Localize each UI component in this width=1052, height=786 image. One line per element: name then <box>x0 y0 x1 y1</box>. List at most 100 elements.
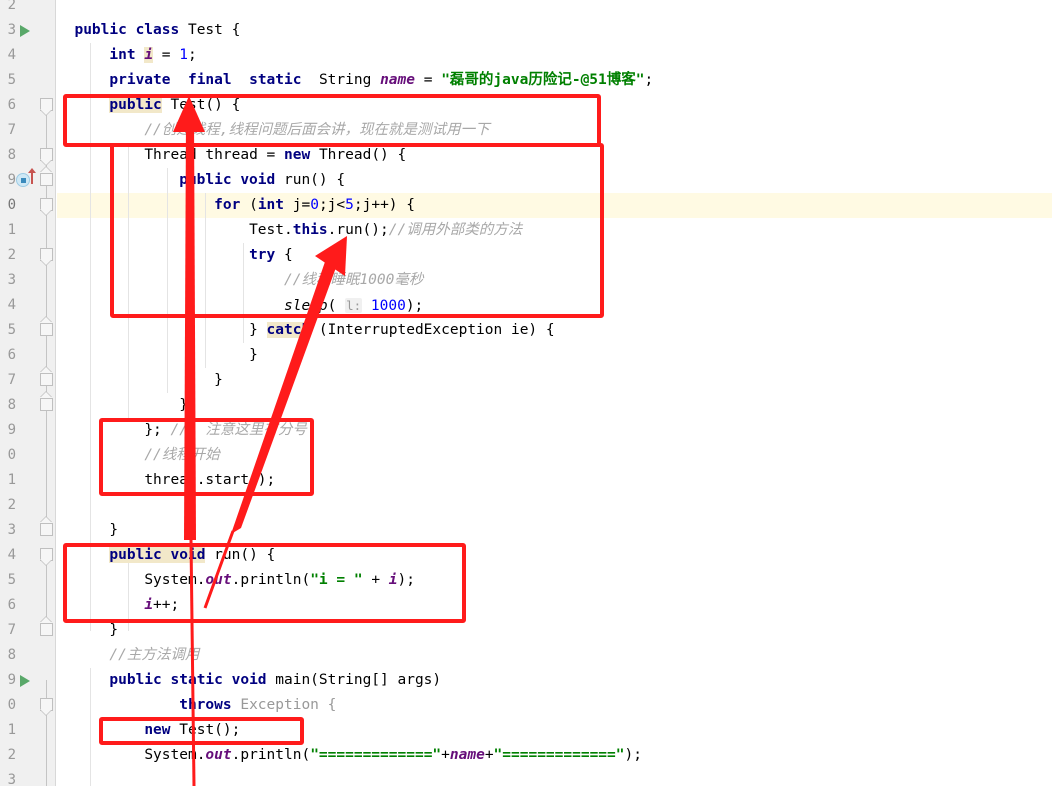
gutter-line[interactable]: 0 <box>0 443 56 468</box>
code-line: throws Exception { <box>179 697 337 713</box>
implements-method-icon[interactable] <box>16 173 30 187</box>
code-line: for (int j=0;j<5;j++) { <box>214 197 415 213</box>
code-line: }; // 注意这里有分号 <box>144 422 307 438</box>
gutter-line[interactable]: 6 <box>0 593 56 618</box>
code-line: public void run() { <box>179 172 346 188</box>
code-line: } <box>109 522 119 538</box>
code-line: //主方法调用 <box>109 647 200 663</box>
gutter-line[interactable]: 1 <box>0 718 56 743</box>
line-number: 1 <box>7 222 16 238</box>
gutter-line[interactable]: 5 <box>0 568 56 593</box>
run-class-icon[interactable] <box>20 25 30 37</box>
gutter-line[interactable]: 4 <box>0 43 56 68</box>
fold-close-icon[interactable] <box>40 366 53 386</box>
gutter-line[interactable]: 1 <box>0 468 56 493</box>
line-number: 8 <box>7 647 16 663</box>
fold-open-icon[interactable] <box>40 698 53 716</box>
gutter-line[interactable]: 4 <box>0 293 56 318</box>
line-number: 0 <box>7 197 16 213</box>
fold-open-icon[interactable] <box>40 148 53 166</box>
line-number: 7 <box>7 622 16 638</box>
line-number: 9 <box>7 672 16 688</box>
gutter-line[interactable]: 9 <box>0 668 56 693</box>
gutter-line[interactable]: 3 <box>0 268 56 293</box>
code-line: thread.start(); <box>144 472 276 488</box>
code-line: Thread thread = new Thread() { <box>144 147 407 163</box>
line-number: 4 <box>7 547 16 563</box>
gutter-line[interactable]: 3 <box>0 768 56 786</box>
line-number: 3 <box>7 22 16 38</box>
gutter-line[interactable]: 7 <box>0 118 56 143</box>
line-number: 0 <box>7 697 16 713</box>
code-line: sleep( l: 1000); <box>283 298 424 314</box>
line-number: 9 <box>7 172 16 188</box>
line-number: 4 <box>7 47 16 63</box>
fold-open-icon[interactable] <box>40 198 53 216</box>
line-number: 7 <box>7 122 16 138</box>
line-number: 3 <box>7 272 16 288</box>
line-number: 8 <box>7 147 16 163</box>
line-number: 3 <box>7 522 16 538</box>
line-number: 4 <box>7 297 16 313</box>
line-number: 1 <box>7 472 16 488</box>
line-number: 9 <box>7 422 16 438</box>
gutter-line[interactable]: 3 <box>0 18 56 43</box>
fold-close-icon[interactable] <box>40 391 53 411</box>
line-number: 6 <box>7 597 16 613</box>
code-line: public static void main(String[] args) <box>109 672 442 688</box>
code-line: //创建线程,线程问题后面会讲，现在就是测试用一下 <box>144 122 490 138</box>
gutter-line[interactable]: 1 <box>0 218 56 243</box>
line-number: 2 <box>7 497 16 513</box>
line-number: 2 <box>7 0 16 13</box>
line-number: 8 <box>7 397 16 413</box>
fold-close-icon[interactable] <box>40 616 53 636</box>
code-line: i++; <box>144 597 180 613</box>
code-line: public void run() { <box>109 547 276 563</box>
fold-close-icon[interactable] <box>40 316 53 336</box>
gutter-line[interactable]: 2 <box>0 493 56 518</box>
code-editor[interactable]: public class Test { int i = 1; private f… <box>0 0 1052 786</box>
run-main-icon[interactable] <box>20 675 30 687</box>
code-line: //线程睡眠1000毫秒 <box>283 272 424 288</box>
code-line: } <box>249 347 258 363</box>
line-number: 7 <box>7 372 16 388</box>
gutter-line[interactable]: 5 <box>0 68 56 93</box>
line-number: 6 <box>7 347 16 363</box>
line-number: 2 <box>7 247 16 263</box>
fold-rail-segment <box>46 680 47 786</box>
code-line: System.out.println("============="+name+… <box>144 747 642 763</box>
line-number: 5 <box>7 322 16 338</box>
line-number: 3 <box>7 772 16 786</box>
code-line: System.out.println("i = " + i); <box>144 572 415 588</box>
gutter-line[interactable]: 2 <box>0 0 56 18</box>
code-line: try { <box>249 247 293 263</box>
gutter-line[interactable]: 6 <box>0 343 56 368</box>
fold-open-icon[interactable] <box>40 98 53 116</box>
code-line: public class Test { <box>74 22 241 38</box>
line-number: 5 <box>7 72 16 88</box>
code-line: Test.this.run();//调用外部类的方法 <box>249 222 523 238</box>
code-line: } <box>179 397 188 413</box>
code-line: new Test(); <box>144 722 241 738</box>
line-number: 0 <box>7 447 16 463</box>
fold-open-icon[interactable] <box>40 248 53 266</box>
code-text-area[interactable]: public class Test { int i = 1; private f… <box>57 0 1052 786</box>
line-number: 5 <box>7 572 16 588</box>
override-arrow-icon[interactable] <box>28 168 36 184</box>
code-line: } <box>109 622 119 638</box>
line-number: 6 <box>7 97 16 113</box>
code-line: //线程开始 <box>144 447 220 463</box>
fold-close-icon[interactable] <box>40 516 53 536</box>
gutter-line[interactable]: 2 <box>0 743 56 768</box>
gutter-line[interactable]: 8 <box>0 643 56 668</box>
gutter-line[interactable]: 9 <box>0 418 56 443</box>
code-line: int i = 1; <box>109 47 197 63</box>
code-line: } <box>214 372 223 388</box>
code-line: } catch (InterruptedException ie) { <box>249 322 555 338</box>
fold-open-icon[interactable] <box>40 548 53 566</box>
fold-close-icon[interactable] <box>40 166 53 186</box>
code-line: public Test() { <box>109 97 241 113</box>
